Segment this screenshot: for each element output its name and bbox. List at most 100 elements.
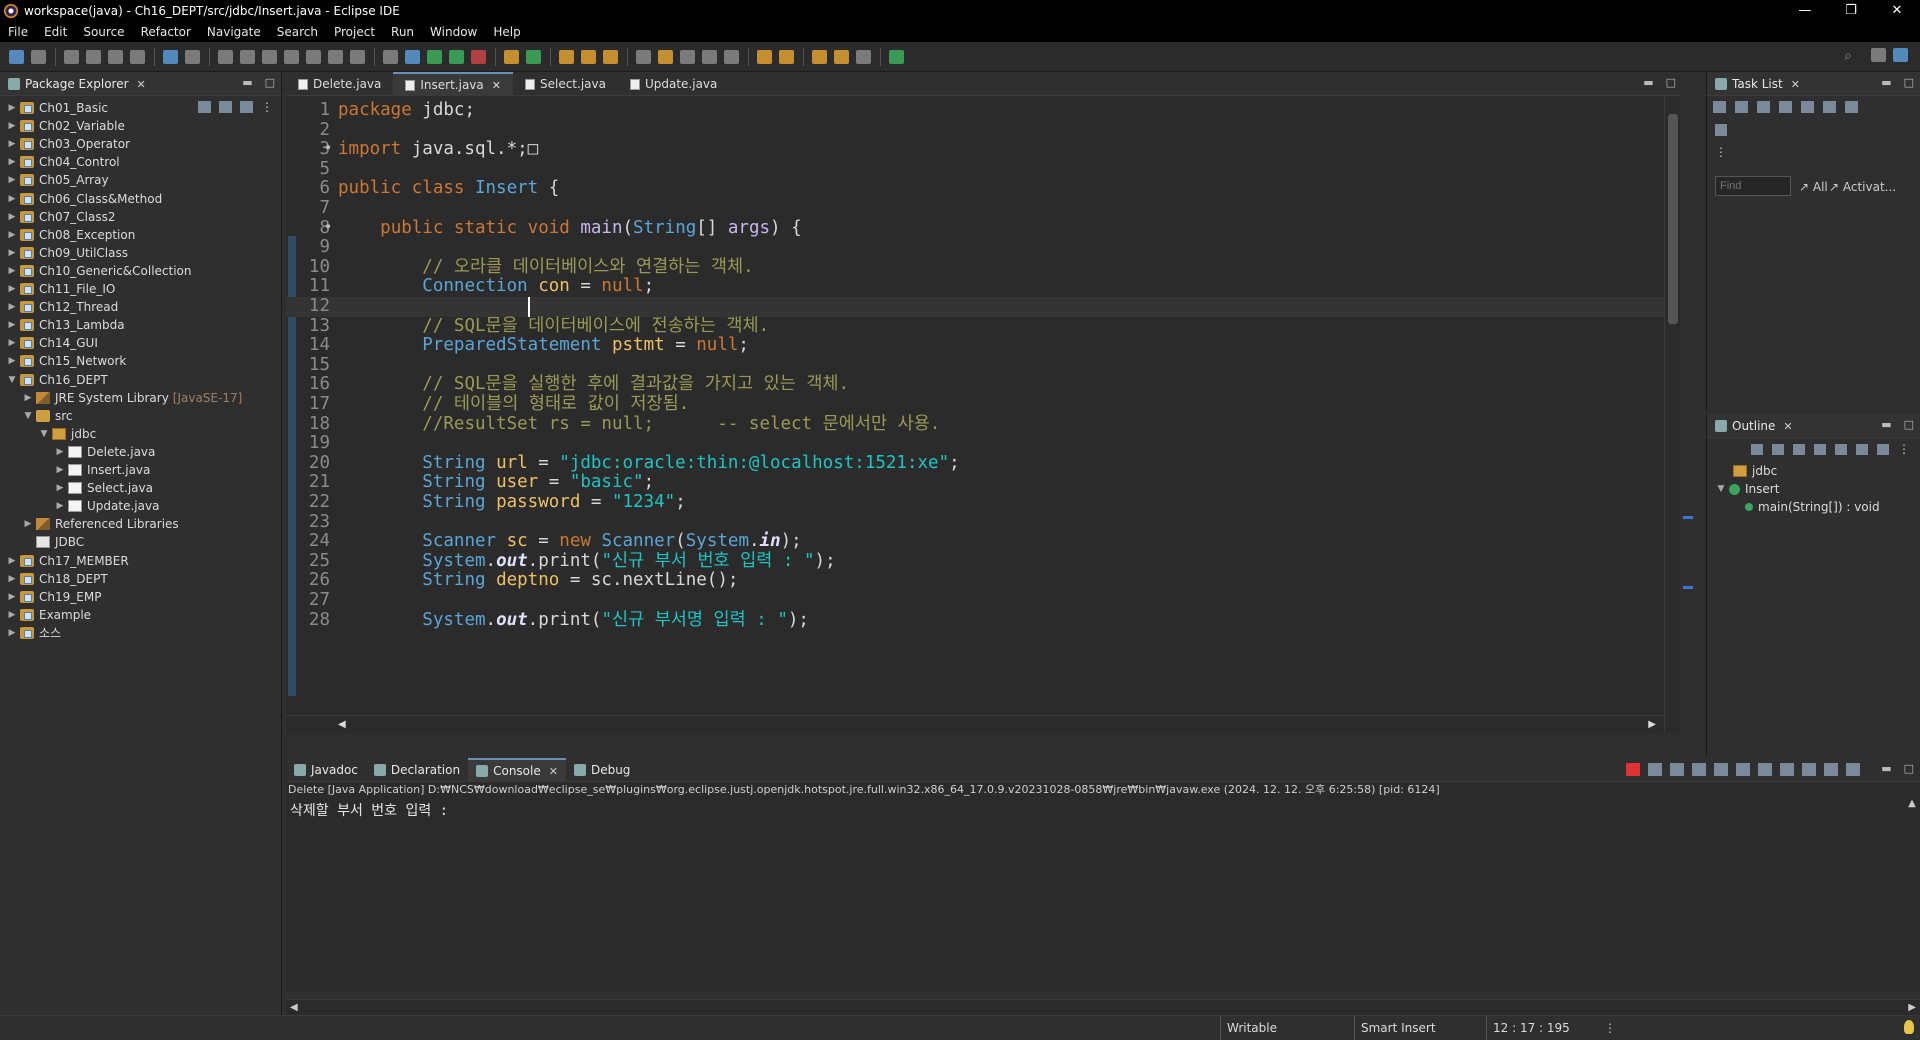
maximize-icon[interactable]: □ (1904, 418, 1914, 431)
menu-file[interactable]: File (0, 25, 36, 39)
minimize-icon[interactable]: ▬ (1881, 418, 1891, 431)
tree-item[interactable]: ▶ Ch01_Basic (6, 99, 109, 117)
fold-toggle-icon[interactable]: ● (326, 138, 330, 158)
chevron-right-icon[interactable]: ▶ (6, 194, 18, 204)
link-icon[interactable] (1751, 443, 1763, 455)
suspend-icon[interactable] (240, 49, 255, 64)
view-menu-icon[interactable]: ⋮ (1898, 442, 1910, 456)
code-line[interactable]: 20 String url = "jdbc:oracle:thin:@local… (286, 453, 1664, 474)
collapse-all-icon[interactable] (198, 101, 211, 113)
chevron-right-icon[interactable]: ▶ (6, 139, 18, 149)
chevron-right-icon[interactable]: ▶ (6, 356, 18, 366)
back-icon[interactable] (834, 49, 849, 64)
hide-local-types-icon[interactable] (1877, 443, 1889, 455)
save-all-icon[interactable] (86, 49, 101, 64)
tree-item[interactable]: ▶ Ch06_Class&Method (6, 190, 163, 208)
chevron-right-icon[interactable]: ▶ (6, 610, 18, 620)
new-icon[interactable] (9, 49, 24, 64)
chevron-right-icon[interactable]: ▶ (6, 230, 18, 240)
show-on-output-icon[interactable] (1758, 763, 1772, 776)
tab-select-java[interactable]: Select.java (513, 72, 618, 96)
chevron-right-icon[interactable]: ▶ (6, 320, 18, 330)
tree-item[interactable]: ▶ Ch08_Exception (6, 226, 136, 244)
menu-project[interactable]: Project (326, 25, 383, 39)
tab-debug[interactable]: Debug (566, 758, 638, 782)
tree-item[interactable]: ▶ Example (6, 606, 92, 624)
tree-item[interactable]: ▶ JRE System Library [JavaSE-17] (22, 389, 243, 407)
view-menu-icon[interactable]: ⋮ (1707, 145, 1920, 159)
code-line[interactable]: 27 (286, 590, 1664, 611)
tree-item[interactable]: ▶ Ch14_GUI (6, 334, 98, 352)
maximize-icon[interactable]: □ (1666, 76, 1676, 89)
console-vertical-scrollbar[interactable]: ▲ (1904, 798, 1920, 991)
chevron-down-icon[interactable]: ▼ (22, 411, 34, 421)
save-icon[interactable] (64, 49, 79, 64)
hide-fields-icon[interactable] (1814, 443, 1826, 455)
tree-item[interactable]: ▶ Ch04_Control (6, 153, 120, 171)
code-line[interactable]: 3 ● import java.sql.*;□ (286, 138, 1664, 160)
tree-item[interactable]: ▶ Ch19_EMP (6, 588, 102, 606)
chevron-right-icon[interactable]: ▶ (6, 302, 18, 312)
tree-item[interactable]: ▼ Ch16_DEPT (6, 371, 108, 389)
link-with-editor-icon[interactable] (219, 101, 232, 113)
code-editor[interactable]: 1 package jdbc; 2 3 ● import java.sql.*;□ 5 6 pu… (286, 96, 1664, 733)
chevron-right-icon[interactable]: ▶ (6, 212, 18, 222)
chevron-right-icon[interactable]: ▶ (6, 121, 18, 131)
code-line[interactable]: 6 public class Insert { (286, 179, 1664, 199)
code-line[interactable]: 16 // SQL문을 실행한 후에 결과값을 가지고 있는 객체. (286, 375, 1664, 395)
horizontal-scrollbar[interactable]: ◀ ▶ (286, 715, 1664, 733)
coverage-icon[interactable] (383, 49, 398, 64)
chevron-right-icon[interactable]: ▶ (6, 266, 18, 276)
chevron-right-icon[interactable]: ▶ (54, 447, 66, 457)
code-line[interactable]: 14 PreparedStatement pstmt = null; (286, 335, 1664, 356)
code-line[interactable]: 17 // 테이블의 형태로 값이 저장됨. (286, 394, 1664, 415)
tree-item[interactable]: JDBC (22, 533, 84, 551)
close-icon[interactable]: ✕ (137, 78, 146, 91)
status-menu-icon[interactable]: ⋮ (1604, 1016, 1616, 1040)
chevron-right-icon[interactable]: ▶ (6, 592, 18, 602)
display-console-icon[interactable] (1824, 763, 1838, 776)
open-icon[interactable] (31, 49, 46, 64)
clear-console-icon[interactable] (1692, 763, 1706, 776)
code-line[interactable]: 15 (286, 355, 1664, 376)
toggle-mark-icon[interactable] (636, 49, 651, 64)
chevron-right-icon[interactable]: ▶ (6, 157, 18, 167)
close-icon[interactable]: ✕ (1791, 78, 1800, 91)
code-line[interactable]: 25 System.out.print("신규 부서 번호 입력 : "); (286, 551, 1664, 572)
find-input[interactable] (1715, 176, 1791, 196)
maximize-button[interactable]: ❐ (1828, 0, 1874, 22)
open-perspective-icon[interactable] (1871, 48, 1886, 62)
pin-console-icon[interactable] (1802, 763, 1816, 776)
filter-icon[interactable] (240, 101, 253, 113)
scroll-right-icon[interactable]: ▶ (1908, 1000, 1916, 1016)
terminate-icon[interactable] (262, 49, 277, 64)
tree-item[interactable]: ▶ Ch03_Operator (6, 135, 130, 153)
step-into-icon[interactable] (306, 49, 321, 64)
tree-item[interactable]: ▶ Ch10_Generic&Collection (6, 262, 192, 280)
scroll-left-icon[interactable]: ◀ (290, 1000, 298, 1016)
new-java-project-icon[interactable] (504, 49, 519, 64)
tab-delete-java[interactable]: Delete.java (286, 72, 393, 96)
close-icon[interactable]: ✕ (549, 765, 558, 778)
outline-item-package[interactable]: jdbc (1731, 462, 1777, 480)
chevron-down-icon[interactable]: ▼ (1715, 484, 1727, 494)
tree-item[interactable]: ▶ Ch05_Array (6, 171, 109, 189)
code-line[interactable]: 13 // SQL문을 데이터베이스에 전송하는 객체. (286, 316, 1664, 337)
code-line[interactable]: 28 System.out.print("신규 부서명 입력 : "); (286, 610, 1664, 631)
occurrence-marker[interactable] (1683, 516, 1693, 519)
chevron-right-icon[interactable]: ▶ (54, 483, 66, 493)
code-line[interactable]: 8 ● public static void main(String[] args… (286, 218, 1664, 239)
tree-item[interactable]: ▶ Ch07_Class2 (6, 208, 116, 226)
block-selection-icon[interactable] (680, 49, 695, 64)
console-horizontal-scrollbar[interactable]: ◀ ▶ (286, 999, 1920, 1015)
tree-item[interactable]: ▶ Select.java (54, 479, 153, 497)
open-type-icon[interactable] (559, 49, 574, 64)
outline-item-class[interactable]: ▼ Insert (1715, 480, 1780, 498)
tree-item[interactable]: ▶ 소스 (6, 624, 62, 642)
search-icon[interactable]: ⌕ (1844, 48, 1852, 64)
scroll-lock-icon[interactable] (1714, 763, 1728, 776)
remove-all-icon[interactable] (1670, 763, 1684, 776)
scrollbar-thumb[interactable] (1668, 114, 1678, 324)
search-tool-icon[interactable] (603, 49, 618, 64)
menu-refactor[interactable]: Refactor (133, 25, 199, 39)
